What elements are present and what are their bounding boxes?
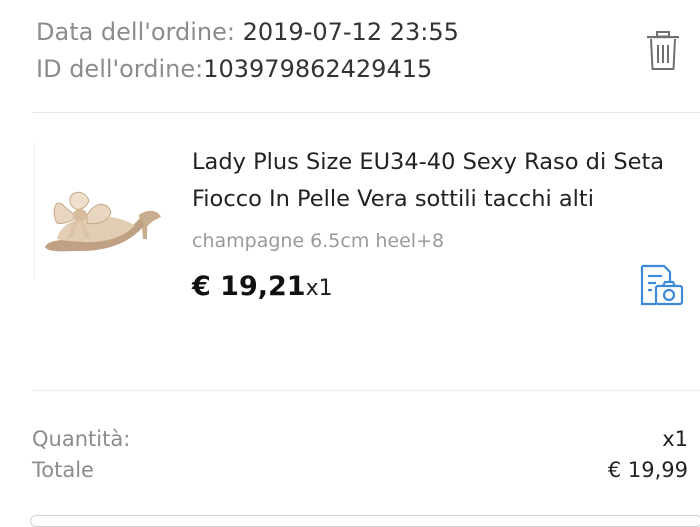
quantity-label: Quantità: <box>32 427 131 451</box>
next-card-edge <box>30 515 700 527</box>
product-price: € 19,21 <box>192 271 306 302</box>
total-label: Totale <box>32 458 94 482</box>
header-divider <box>32 112 700 113</box>
delete-order-button[interactable] <box>644 30 682 72</box>
order-id-line: ID dell'ordine:103979862429415 <box>36 51 636 88</box>
order-header: Data dell'ordine: 2019-07-12 23:55 ID de… <box>36 14 636 88</box>
product-title[interactable]: Lady Plus Size EU34-40 Sexy Raso di Seta… <box>192 144 676 218</box>
bow-sandal-image <box>45 191 161 252</box>
product-thumbnail[interactable] <box>34 143 170 279</box>
order-snapshot-icon <box>640 264 684 306</box>
total-value: € 19,99 <box>607 458 688 482</box>
order-id-value: 103979862429415 <box>203 55 433 83</box>
order-date-label: Data dell'ordine: <box>36 18 235 46</box>
quantity-value: x1 <box>662 427 688 451</box>
order-date-line: Data dell'ordine: 2019-07-12 23:55 <box>36 14 636 51</box>
order-id-label: ID dell'ordine: <box>36 55 204 83</box>
price-row: € 19,21x1 <box>192 268 333 309</box>
order-date-value: 2019-07-12 23:55 <box>242 18 459 46</box>
summary-quantity-row: Quantità: x1 <box>32 423 688 455</box>
order-snapshot-button[interactable] <box>638 264 686 308</box>
product-divider <box>32 390 700 391</box>
product-variant: champagne 6.5cm heel+8 <box>192 230 445 252</box>
trash-icon <box>647 31 679 70</box>
summary-total-row: Totale € 19,99 <box>32 454 688 486</box>
product-quantity: x1 <box>305 276 333 301</box>
